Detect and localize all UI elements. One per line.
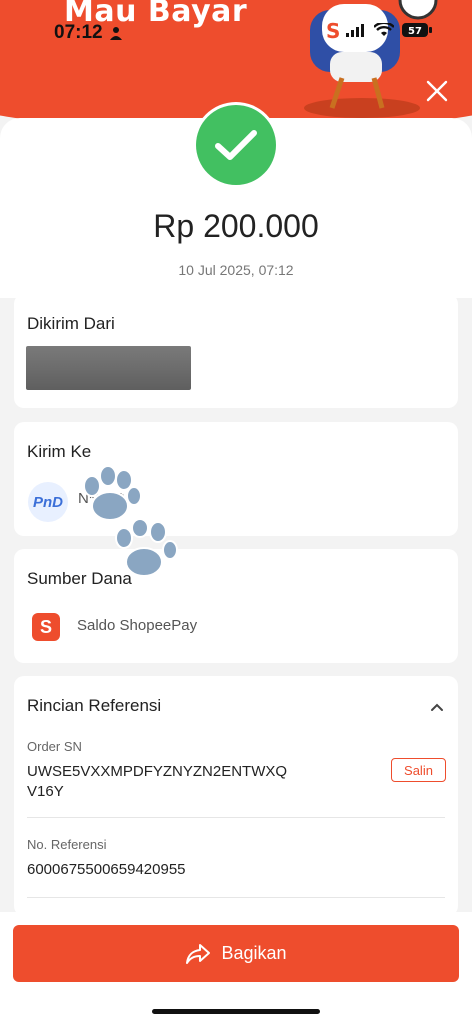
checkmark-icon: [196, 105, 276, 185]
share-button[interactable]: Bagikan: [13, 925, 459, 982]
footer-bar: Bagikan: [0, 912, 472, 1024]
sender-card: Dikirim Dari: [14, 294, 458, 408]
divider: [27, 897, 445, 898]
wifi-icon: [374, 23, 394, 36]
reference-card: Rincian Referensi Order SN UWSE5VXXMPDFY…: [14, 676, 458, 916]
paw-sticker-icon: [115, 520, 178, 577]
mascot-illustration: S: [304, 0, 438, 118]
home-indicator[interactable]: [152, 1009, 320, 1014]
person-icon: [109, 27, 122, 40]
redacted-sender-info: [26, 346, 191, 390]
source-method: Saldo ShopeePay: [77, 617, 198, 634]
sender-title: Dikirim Dari: [27, 314, 115, 333]
copy-button[interactable]: Salin: [391, 758, 446, 782]
svg-text:S: S: [326, 19, 340, 43]
battery-icon: 57: [402, 23, 432, 37]
paw-sticker-icon: [83, 466, 142, 521]
signal-icon: [346, 24, 364, 37]
close-icon[interactable]: [424, 78, 450, 104]
chevron-up-icon[interactable]: [430, 700, 444, 714]
reference-number-label: No. Referensi: [27, 837, 107, 852]
shopeepay-icon: S: [32, 613, 60, 641]
share-label: Bagikan: [221, 943, 287, 963]
payment-datetime: 10 Jul 2025, 07:12: [178, 262, 294, 278]
share-icon: [186, 943, 211, 964]
success-badge: [193, 102, 279, 188]
reference-number-value: 6000675500659420955: [27, 861, 186, 878]
reference-title: Rincian Referensi: [27, 696, 162, 715]
order-sn-line1: UWSE5VXXMPDFYZNYZN2ENTWXQ: [27, 763, 288, 780]
recipient-avatar: PnD: [28, 482, 68, 522]
svg-text:57: 57: [408, 26, 422, 37]
payment-amount: Rp 200.000: [153, 208, 319, 244]
status-bar-indicators: 57: [346, 22, 432, 38]
order-sn-line2: V16Y: [27, 783, 64, 800]
divider: [27, 817, 445, 818]
status-bar-time: 07:12: [54, 22, 123, 44]
order-sn-label: Order SN: [27, 739, 82, 754]
source-card: Sumber Dana S Saldo ShopeePay: [14, 549, 458, 663]
recipient-title: Kirim Ke: [27, 442, 92, 461]
